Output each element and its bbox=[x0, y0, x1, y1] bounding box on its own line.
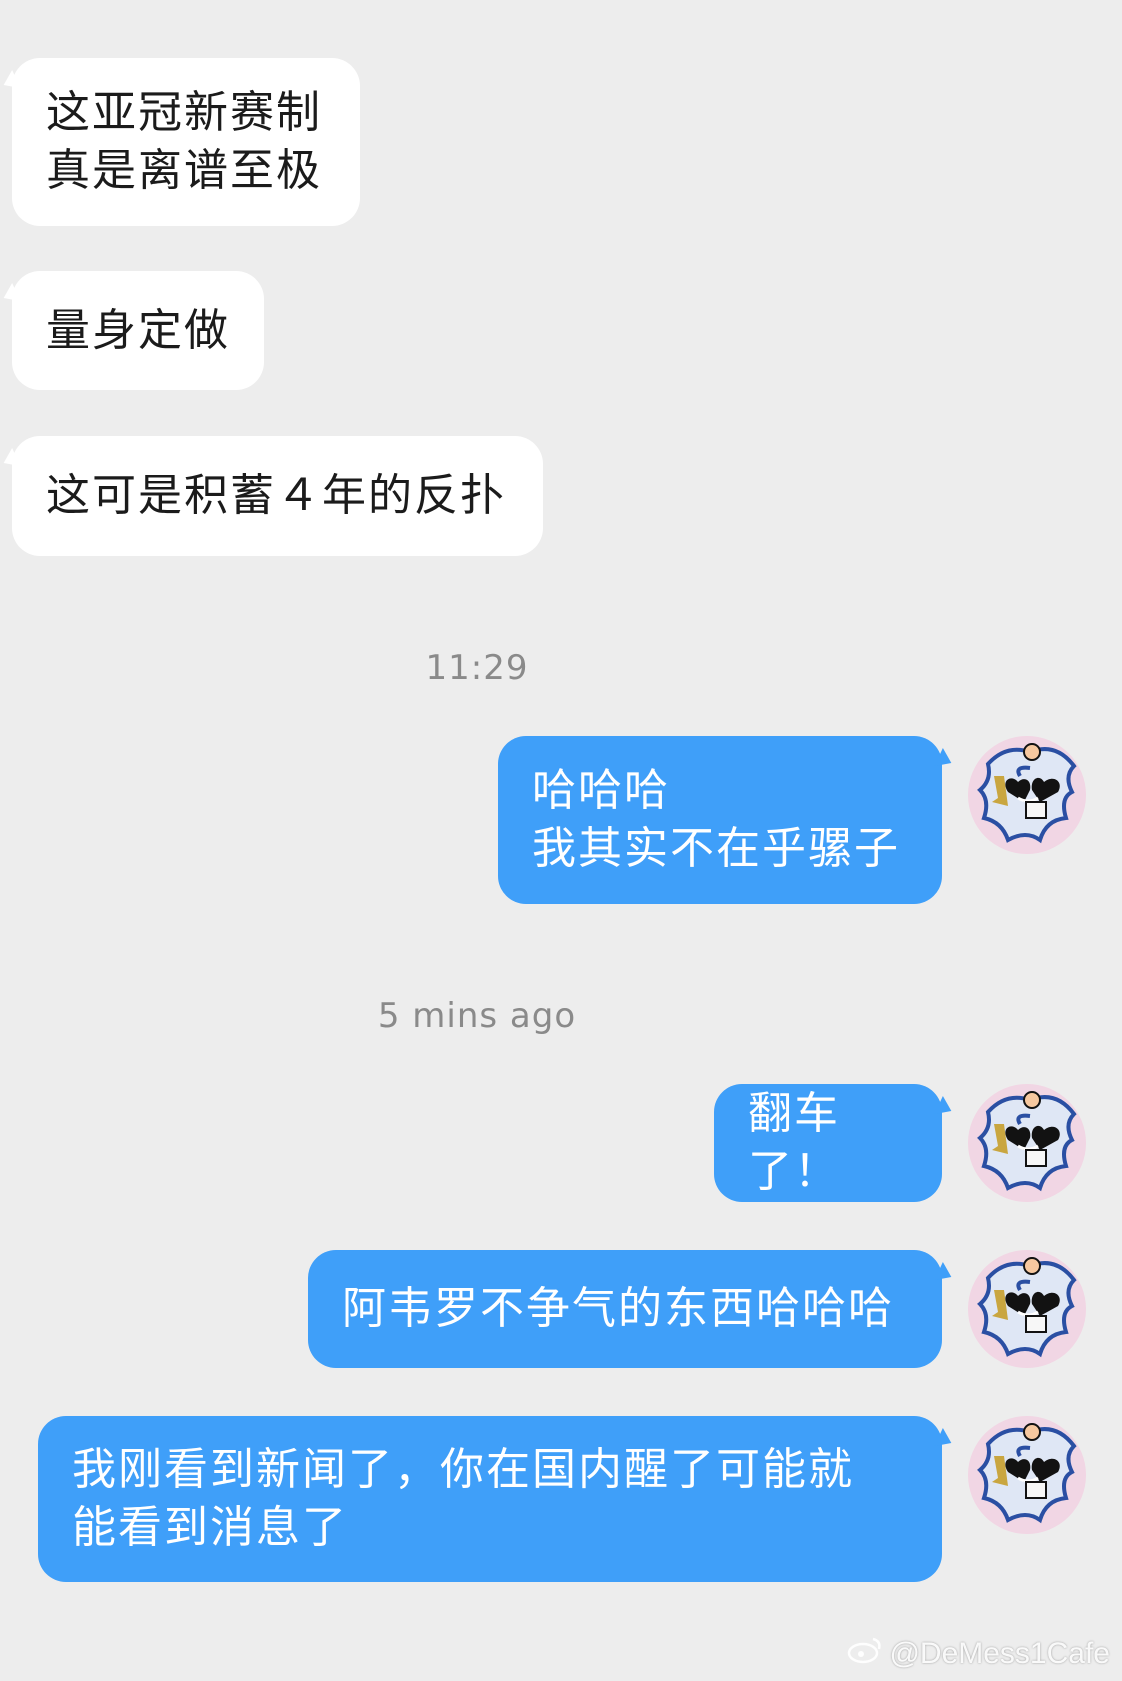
watermark-text: @DeMess1Cafe bbox=[889, 1637, 1110, 1670]
user-avatar-icon[interactable] bbox=[968, 1416, 1086, 1534]
message-text: 量身定做 bbox=[46, 304, 230, 356]
outgoing-message-bubble[interactable]: 阿韦罗不争气的东西哈哈哈 bbox=[308, 1250, 942, 1368]
user-avatar-icon[interactable] bbox=[968, 736, 1086, 854]
message-text: 这可是积蓄４年的反扑 bbox=[46, 470, 506, 521]
message-text: 哈哈哈 我其实不在乎骡子 bbox=[532, 765, 900, 874]
outgoing-message-bubble[interactable]: 我刚看到新闻了，你在国内醒了可能就 能看到消息了 bbox=[38, 1416, 942, 1582]
incoming-message-bubble[interactable]: 这亚冠新赛制 真是离谱至极 bbox=[12, 58, 360, 226]
message-text: 我刚看到新闻了，你在国内醒了可能就 能看到消息了 bbox=[72, 1444, 854, 1553]
message-text: 阿韦罗不争气的东西哈哈哈 bbox=[342, 1283, 894, 1334]
outgoing-message-bubble[interactable]: 翻车了！ bbox=[714, 1084, 942, 1202]
user-avatar-icon[interactable] bbox=[968, 1250, 1086, 1368]
incoming-message-bubble[interactable]: 这可是积蓄４年的反扑 bbox=[12, 436, 543, 556]
message-timestamp: 11:29 bbox=[425, 648, 529, 688]
weibo-icon bbox=[847, 1635, 883, 1673]
message-text: 这亚冠新赛制 真是离谱至极 bbox=[46, 87, 322, 196]
incoming-message-bubble[interactable]: 量身定做 bbox=[12, 271, 264, 390]
user-avatar-icon[interactable] bbox=[968, 1084, 1086, 1202]
message-text: 翻车了！ bbox=[748, 1088, 840, 1197]
message-timestamp: 5 mins ago bbox=[377, 996, 577, 1036]
outgoing-message-bubble[interactable]: 哈哈哈 我其实不在乎骡子 bbox=[498, 736, 942, 904]
watermark: @DeMess1Cafe bbox=[847, 1635, 1110, 1673]
